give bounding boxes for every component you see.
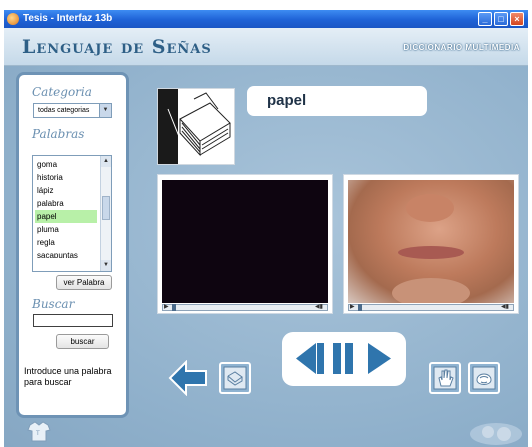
ver-palabra-button[interactable]: ver Palabra	[56, 275, 112, 290]
list-item[interactable]: historia	[35, 171, 97, 184]
chevron-down-icon[interactable]: ▼	[99, 104, 111, 117]
scroll-thumb[interactable]	[102, 196, 110, 220]
category-select-value: todas categorias	[38, 107, 90, 114]
face-chin	[392, 278, 470, 303]
shirt-icon: T	[27, 421, 51, 442]
lips-video-screen[interactable]	[348, 180, 514, 303]
sign-video-player[interactable]: ▶ ◀▮	[157, 174, 333, 314]
list-item[interactable]: regla	[35, 236, 97, 249]
pause-icon[interactable]	[331, 341, 355, 376]
lips-video-player[interactable]: ▶ ◀▮	[343, 174, 519, 314]
window-title: Tesis - Interfaz 13b	[23, 13, 113, 24]
face-expression-button[interactable]	[468, 362, 500, 394]
app-icon	[7, 13, 19, 25]
play-icon[interactable]	[365, 341, 393, 376]
category-select[interactable]: todas categorias ▼	[33, 103, 112, 118]
play-mini-icon[interactable]: ▶	[164, 304, 170, 311]
app-window: Tesis - Interfaz 13b _ □ × Lenguaje de S…	[4, 10, 528, 447]
seek-knob[interactable]	[172, 304, 176, 311]
playback-controls	[282, 332, 406, 386]
buscar-button[interactable]: buscar	[56, 334, 109, 349]
app-subtitle: DICCIONARIO MULTIMEDIA	[403, 43, 520, 52]
face-lips	[398, 246, 464, 259]
current-word-label: papel	[247, 86, 427, 116]
list-scrollbar[interactable]: ▲ ▼	[100, 156, 111, 271]
list-item[interactable]: sacapuntas	[35, 249, 97, 258]
search-hint: Introduce una palabra para buscar	[24, 366, 112, 387]
list-item[interactable]: pluma	[35, 223, 97, 236]
app-header: Lenguaje de Señas DICCIONARIO MULTIMEDIA	[4, 28, 528, 66]
rewind-icon[interactable]	[292, 341, 326, 376]
maximize-button[interactable]: □	[494, 12, 508, 26]
face-nose	[406, 194, 454, 222]
list-item[interactable]: goma	[35, 158, 97, 171]
categoria-label: Categoria	[32, 85, 92, 99]
scroll-down-icon[interactable]: ▼	[101, 260, 111, 271]
back-arrow-icon[interactable]	[168, 360, 208, 396]
buscar-label: Buscar	[32, 297, 75, 311]
word-list[interactable]: goma historia lápiz palabra papel pluma …	[32, 155, 112, 272]
volume-icon[interactable]: ◀▮	[315, 304, 325, 311]
palabras-label: Palabras	[32, 127, 85, 141]
hand-icon	[433, 366, 457, 390]
seek-knob[interactable]	[358, 304, 362, 311]
sign-video-screen[interactable]	[162, 180, 328, 303]
app-title: Lenguaje de Señas	[22, 36, 212, 58]
sign-hand-button[interactable]	[429, 362, 461, 394]
svg-text:T: T	[35, 430, 40, 437]
list-item-selected[interactable]: papel	[35, 210, 97, 223]
paper-icon	[223, 366, 247, 390]
play-mini-icon[interactable]: ▶	[350, 304, 356, 311]
list-item[interactable]: lápiz	[35, 184, 97, 197]
face-icon	[472, 366, 496, 390]
paper-stack-icon	[157, 88, 235, 165]
lips-video-seekbar[interactable]: ▶ ◀▮	[348, 304, 514, 311]
close-button[interactable]: ×	[510, 12, 524, 26]
list-item[interactable]: palabra	[35, 197, 97, 210]
sign-video-seekbar[interactable]: ▶ ◀▮	[162, 304, 328, 311]
volume-icon[interactable]: ◀▮	[501, 304, 511, 311]
scroll-up-icon[interactable]: ▲	[101, 156, 111, 167]
word-image-button[interactable]	[219, 362, 251, 394]
search-input[interactable]	[33, 314, 113, 327]
search-panel: Categoria todas categorias ▼ Palabras go…	[16, 72, 129, 418]
title-bar[interactable]: Tesis - Interfaz 13b _ □ ×	[4, 10, 528, 28]
main-area: Categoria todas categorias ▼ Palabras go…	[4, 66, 528, 447]
watermark-logo	[470, 423, 522, 445]
minimize-button[interactable]: _	[478, 12, 492, 26]
